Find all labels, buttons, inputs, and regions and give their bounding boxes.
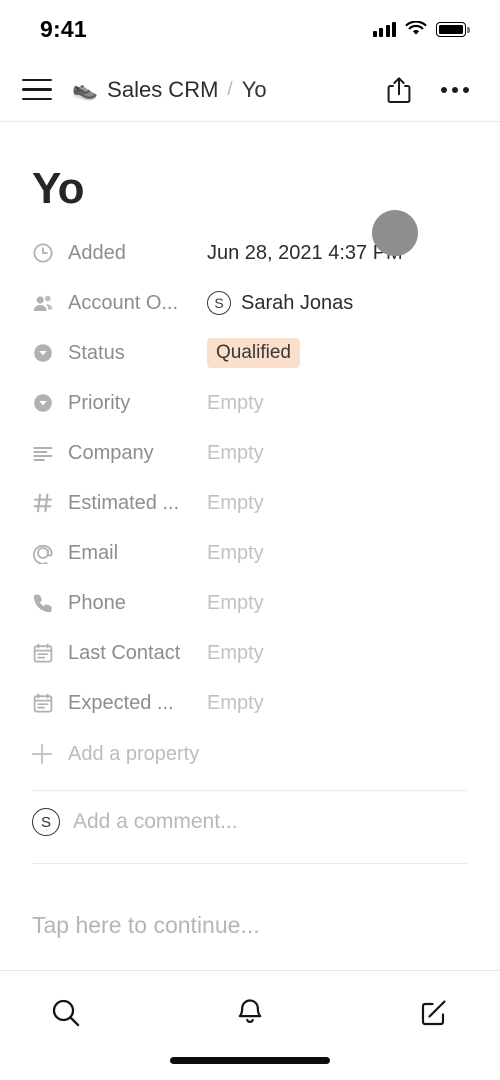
property-value-text: Empty <box>207 591 264 614</box>
property-label: Status <box>32 342 207 365</box>
select-icon <box>32 392 54 414</box>
clock-icon <box>32 242 54 264</box>
property-label: Estimated ... <box>32 492 207 515</box>
breadcrumb: 👟 Sales CRM / Yo <box>72 77 382 103</box>
property-label: Expected ... <box>32 692 207 715</box>
property-label: Company <box>32 442 207 465</box>
sneaker-icon: 👟 <box>72 78 99 101</box>
tab-bar <box>0 970 500 1080</box>
hamburger-menu-icon[interactable] <box>16 69 58 111</box>
search-icon[interactable] <box>40 987 92 1039</box>
email-icon <box>32 542 54 564</box>
property-value[interactable]: Empty <box>207 642 264 665</box>
breadcrumb-separator: / <box>227 78 233 100</box>
avatar: S <box>32 808 60 836</box>
property-value[interactable]: Empty <box>207 442 264 465</box>
add-comment-row[interactable]: S Add a comment... <box>32 791 468 853</box>
navigation-bar: 👟 Sales CRM / Yo <box>0 58 500 122</box>
property-value[interactable]: Jun 28, 2021 4:37 PM <box>207 242 403 265</box>
breadcrumb-page[interactable]: Yo <box>242 77 267 103</box>
compose-icon[interactable] <box>408 987 460 1039</box>
property-value[interactable]: S Sarah Jonas <box>207 291 353 315</box>
property-value-text: Empty <box>207 441 264 464</box>
select-icon <box>32 342 54 364</box>
phone-icon <box>32 592 54 614</box>
property-value[interactable]: Empty <box>207 542 264 565</box>
properties-list: Added Jun 28, 2021 4:37 PM Account O... S Sa… <box>32 228 468 728</box>
property-label: Phone <box>32 592 207 615</box>
property-row[interactable]: Priority Empty <box>32 378 468 428</box>
page-title[interactable]: Yo <box>32 164 468 214</box>
home-indicator <box>170 1057 330 1064</box>
breadcrumb-database[interactable]: Sales CRM <box>107 77 218 103</box>
status-bar: 9:41 <box>0 0 500 58</box>
add-property-label: Add a property <box>68 742 200 765</box>
more-options-icon[interactable] <box>438 73 472 107</box>
property-label: Last Contact <box>32 642 207 665</box>
phone-screen: 9:41 👟 Sales CRM / Yo Yo Added Jun 28, 2… <box>0 0 500 1080</box>
body-placeholder[interactable]: Tap here to continue... <box>32 912 468 939</box>
property-value-text: Empty <box>207 691 264 714</box>
property-label: Email <box>32 542 207 565</box>
property-value-text: Sarah Jonas <box>241 291 354 314</box>
property-row[interactable]: Last Contact Empty <box>32 628 468 678</box>
property-value-text: Empty <box>207 491 264 514</box>
property-value-text: Empty <box>207 541 264 564</box>
battery-full-icon <box>436 21 470 37</box>
share-icon[interactable] <box>382 73 416 107</box>
avatar: S <box>207 291 231 315</box>
property-value[interactable]: Empty <box>207 492 264 515</box>
property-label: Added <box>32 242 207 265</box>
property-name: Expected ... <box>68 691 174 714</box>
property-value-text: Jun 28, 2021 4:37 PM <box>207 241 403 264</box>
property-name: Last Contact <box>68 641 181 664</box>
property-name: Account O... <box>68 291 179 314</box>
property-value-text: Empty <box>207 391 264 414</box>
bell-icon[interactable] <box>224 987 276 1039</box>
property-row[interactable]: Expected ... Empty <box>32 678 468 728</box>
text-icon <box>32 442 54 464</box>
property-name: Added <box>68 241 126 264</box>
property-label: Account O... <box>32 292 207 315</box>
property-name: Phone <box>68 591 126 614</box>
comment-placeholder: Add a comment... <box>73 810 238 833</box>
property-row[interactable]: Status Qualified <box>32 328 468 378</box>
wifi-icon <box>405 21 427 35</box>
property-row[interactable]: Phone Empty <box>32 578 468 628</box>
property-row[interactable]: Estimated ... Empty <box>32 478 468 528</box>
number-icon <box>32 492 54 514</box>
status-badge: Qualified <box>207 337 300 369</box>
property-name: Status <box>68 341 125 364</box>
property-value[interactable]: Qualified <box>207 337 300 369</box>
add-property-button[interactable]: Add a property <box>32 728 468 780</box>
property-value[interactable]: Empty <box>207 692 264 715</box>
property-name: Email <box>68 541 119 564</box>
divider-below-comment <box>32 863 468 864</box>
nav-actions <box>382 73 472 107</box>
property-row[interactable]: Added Jun 28, 2021 4:37 PM <box>32 228 468 278</box>
property-value[interactable]: Empty <box>207 392 264 415</box>
page-content: Yo Added Jun 28, 2021 4:37 PM Account O...… <box>0 164 500 939</box>
property-name: Company <box>68 441 154 464</box>
property-value[interactable]: Empty <box>207 592 264 615</box>
property-row[interactable]: Company Empty <box>32 428 468 478</box>
calendar-icon <box>32 642 54 664</box>
plus-icon <box>32 743 54 765</box>
property-row[interactable]: Email Empty <box>32 528 468 578</box>
status-time: 9:41 <box>40 15 87 42</box>
people-icon <box>32 292 54 314</box>
property-name: Estimated ... <box>68 491 180 514</box>
property-row[interactable]: Account O... S Sarah Jonas <box>32 278 468 328</box>
calendar-icon <box>32 692 54 714</box>
property-value-text: Empty <box>207 641 264 664</box>
cellular-signal-icon <box>372 21 396 37</box>
property-name: Priority <box>68 391 131 414</box>
status-indicators <box>372 21 470 37</box>
property-label: Priority <box>32 392 207 415</box>
